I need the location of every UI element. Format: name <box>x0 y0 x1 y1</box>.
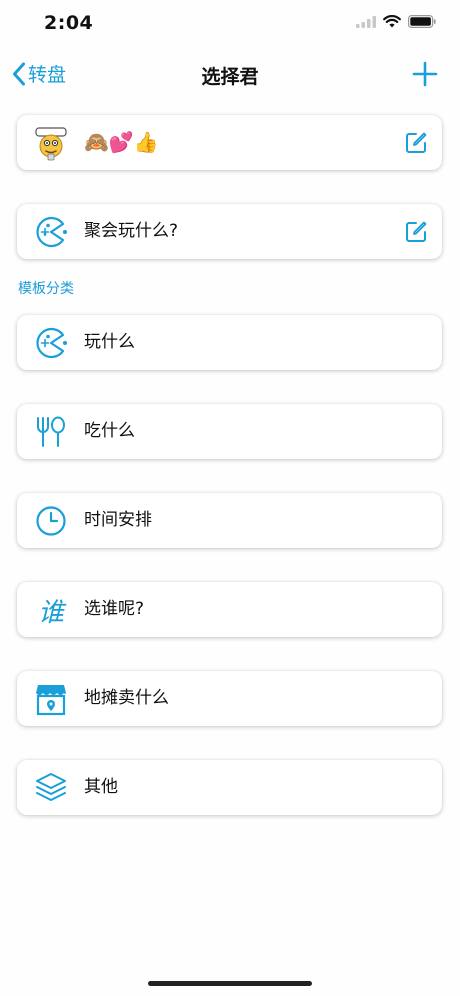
page-title: 选择君 <box>201 66 259 88</box>
template-label: 玩什么 <box>84 332 135 352</box>
add-icon[interactable] <box>412 61 438 87</box>
who-char-icon: 谁 <box>33 592 69 628</box>
avatar-face-icon <box>35 127 67 161</box>
user-card[interactable]: 🙈💕👍 <box>17 115 442 170</box>
current-template-card[interactable]: 聚会玩什么? <box>17 204 442 259</box>
template-item-eat[interactable]: 吃什么 <box>17 404 442 459</box>
stall-icon <box>33 681 69 717</box>
template-item-other[interactable]: 其他 <box>17 760 442 815</box>
chevron-left-icon <box>13 62 25 85</box>
fork-spoon-icon <box>33 414 69 450</box>
template-label: 吃什么 <box>84 421 135 441</box>
section-title: 模板分类 <box>18 281 74 297</box>
status-icons <box>356 15 436 28</box>
template-item-stall[interactable]: 地摊卖什么 <box>17 671 442 726</box>
wifi-icon <box>383 15 401 28</box>
user-nickname: 🙈💕👍 <box>84 130 159 154</box>
template-item-play[interactable]: 玩什么 <box>17 315 442 370</box>
pacman-icon <box>33 214 69 250</box>
signal-icon <box>356 15 376 28</box>
template-item-schedule[interactable]: 时间安排 <box>17 493 442 548</box>
template-label: 地摊卖什么 <box>84 688 169 708</box>
template-label: 时间安排 <box>84 510 152 530</box>
edit-icon[interactable] <box>404 220 428 244</box>
current-template-label: 聚会玩什么? <box>84 221 179 241</box>
back-button[interactable]: 转盘 <box>12 60 66 87</box>
template-item-who[interactable]: 谁 选谁呢? <box>17 582 442 637</box>
layers-icon <box>33 770 69 806</box>
navigation-bar: 转盘 选择君 <box>0 50 460 98</box>
home-indicator[interactable] <box>148 981 312 986</box>
avatar <box>33 125 69 161</box>
template-label: 选谁呢? <box>84 599 145 619</box>
template-label: 其他 <box>84 777 118 797</box>
back-button-label: 转盘 <box>28 64 67 86</box>
clock-icon <box>33 503 69 539</box>
status-bar: 2:04 <box>0 0 460 50</box>
battery-icon <box>408 15 436 28</box>
status-time: 2:04 <box>44 12 94 34</box>
edit-icon[interactable] <box>404 131 428 155</box>
pacman-icon <box>33 325 69 361</box>
who-glyph: 谁 <box>37 597 64 628</box>
